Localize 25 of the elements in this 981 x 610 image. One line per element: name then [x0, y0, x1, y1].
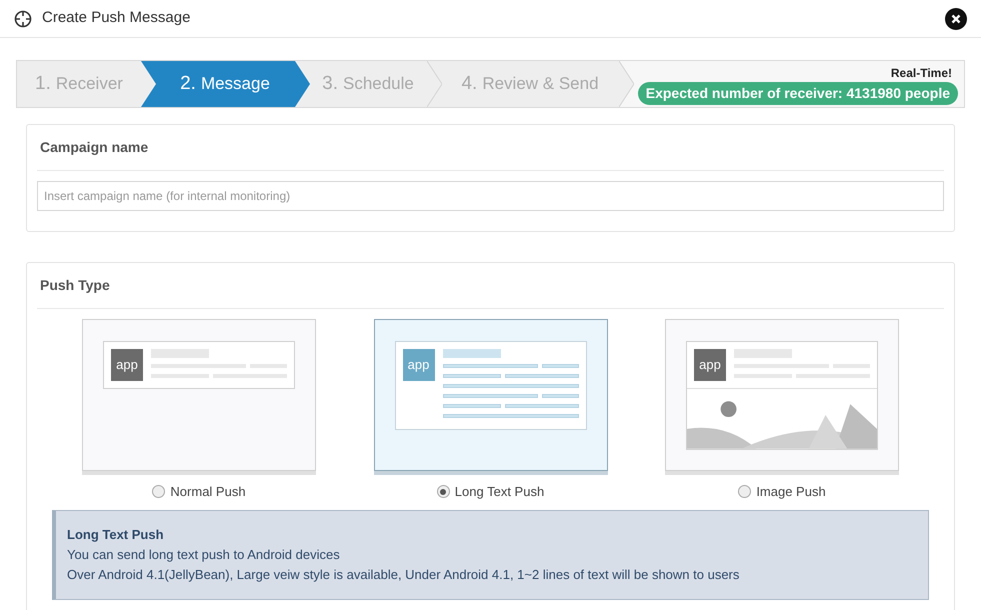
radio-button[interactable] [436, 485, 450, 498]
realtime-label: Real-Time! [890, 64, 952, 82]
radio-label: Image Push [756, 483, 826, 501]
window-title: Create Push Message [42, 8, 190, 28]
close-icon [951, 14, 961, 24]
info-title: Long Text Push [67, 526, 165, 544]
chevron-divider [141, 61, 156, 107]
crosshair-icon [14, 10, 32, 28]
radio-button[interactable] [738, 485, 752, 498]
campaign-name-field[interactable]: Insert campaign name (for internal monitoring) [37, 181, 944, 211]
step-tab[interactable]: 3. Schedule [295, 61, 427, 107]
app-tile: app [402, 349, 434, 381]
app-tile: app [111, 349, 143, 381]
radio-label: Normal Push [170, 483, 246, 501]
push-type-title: Push Type [37, 263, 944, 309]
app-tile: app [694, 349, 726, 381]
receiver-count-badge: Expected number of receiver: 4131980 people [638, 82, 958, 104]
title-placeholder-bar [442, 349, 500, 358]
radio-button[interactable] [152, 485, 166, 498]
radio-label: Long Text Push [454, 483, 544, 501]
close-button[interactable] [945, 8, 967, 30]
campaign-title: Campaign name [37, 125, 944, 171]
chevron-divider [295, 61, 310, 107]
info-text: You can send long text push to Android devices [67, 546, 341, 564]
info-text: Over Android 4.1(JellyBean), Large veiw style is available, Under Android 4.1, 1~2 lines of text will be shown to users [67, 566, 740, 584]
